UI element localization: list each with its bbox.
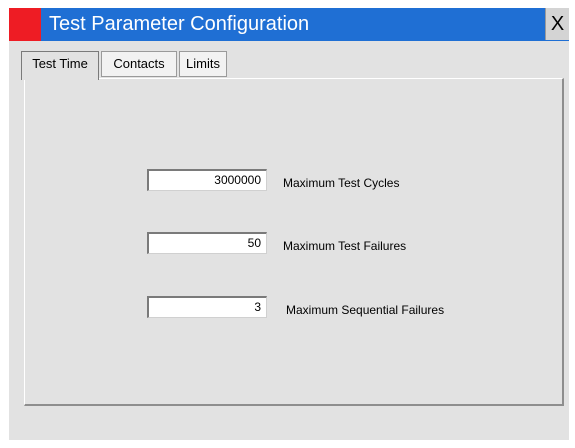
max-sequential-failures-label: Maximum Sequential Failures xyxy=(286,303,445,317)
tab-test-time[interactable]: Test Time xyxy=(21,51,99,80)
max-test-failures-label: Maximum Test Failures xyxy=(283,239,407,253)
config-window: Test Parameter Configuration X Test Time… xyxy=(9,8,569,440)
max-test-failures-input[interactable]: 50 xyxy=(147,232,267,254)
max-test-cycles-input[interactable]: 3000000 xyxy=(147,169,267,191)
max-sequential-failures-input[interactable]: 3 xyxy=(147,296,267,318)
app-icon xyxy=(9,8,41,41)
tab-limits[interactable]: Limits xyxy=(179,51,227,77)
tab-panel-test-time: 3000000 Maximum Test Cycles 50 Maximum T… xyxy=(24,78,564,406)
window-title: Test Parameter Configuration xyxy=(49,13,310,35)
tab-contacts[interactable]: Contacts xyxy=(101,51,177,77)
max-test-cycles-label: Maximum Test Cycles xyxy=(283,176,400,190)
close-button[interactable]: X xyxy=(545,8,569,40)
title-bar[interactable]: Test Parameter Configuration X xyxy=(9,8,569,41)
